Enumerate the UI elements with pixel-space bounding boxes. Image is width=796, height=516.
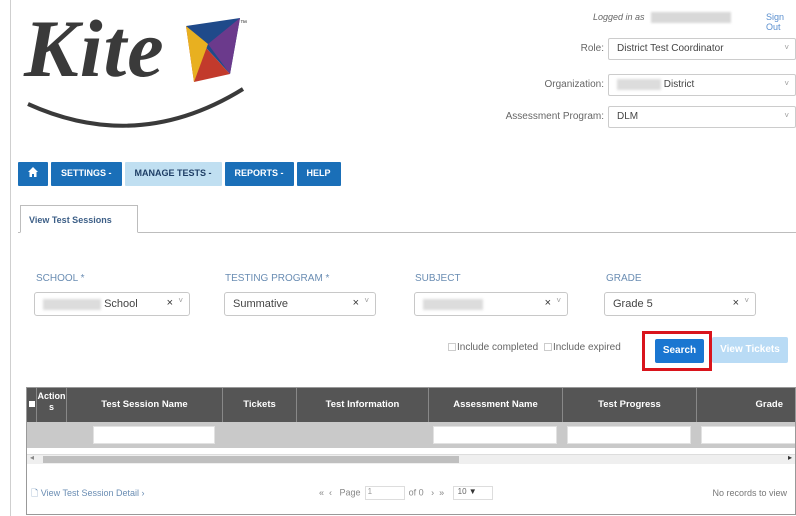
column-header-tickets[interactable]: Tickets <box>223 388 297 422</box>
view-detail-link[interactable]: 🗋 View Test Session Detail › <box>31 486 145 502</box>
role-label: Role: <box>580 43 604 54</box>
last-page-icon[interactable]: » <box>439 487 444 497</box>
chevron-down-icon: ˅ <box>784 111 789 120</box>
school-select[interactable]: School × ˅ <box>34 292 190 316</box>
kite-logo: Kite ™ <box>18 4 258 134</box>
role-row: Role: District Test Coordinator ˅ <box>420 38 796 60</box>
subject-redacted <box>423 298 483 310</box>
assessment-program-row: Assessment Program: DLM ˅ <box>420 106 796 128</box>
main-nav: SETTINGS - MANAGE TESTS - REPORTS - HELP <box>18 162 341 188</box>
sign-out-link[interactable]: Sign Out <box>766 12 796 32</box>
include-completed-label: Include completed <box>457 342 539 353</box>
page-label: Page <box>339 487 361 498</box>
include-expired-checkbox[interactable] <box>543 343 552 352</box>
nav-manage-tests[interactable]: MANAGE TESTS - <box>124 162 222 186</box>
subject-select[interactable]: × ˅ <box>414 292 568 316</box>
page-count: of 0 <box>408 487 424 498</box>
page-controls: « ‹ Page 1 of 0 › » 10 ▼ <box>319 486 493 500</box>
grid-header: Action s Test Session Name Tickets Test … <box>27 388 795 422</box>
nav-reports[interactable]: REPORTS - <box>224 162 294 186</box>
filter-test-session-name[interactable] <box>93 426 215 444</box>
chevron-down-icon: ˅ <box>178 296 183 305</box>
school-label: SCHOOL * <box>36 273 85 284</box>
organization-redacted <box>617 79 661 90</box>
grade-value: Grade 5 <box>613 298 653 310</box>
chevron-down-icon: ˅ <box>744 296 749 305</box>
clear-icon[interactable]: × <box>545 297 551 309</box>
kite-wordmark: Kite <box>24 3 165 94</box>
next-page-icon[interactable]: › <box>431 487 434 497</box>
page-input[interactable]: 1 <box>364 486 405 500</box>
role-value: District Test Coordinator <box>617 43 724 54</box>
prev-page-icon[interactable]: ‹ <box>329 487 332 497</box>
first-page-icon[interactable]: « <box>319 487 324 497</box>
subject-label: SUBJECT <box>415 273 461 284</box>
chevron-right-icon: › <box>141 488 145 498</box>
testing-program-label: TESTING PROGRAM * <box>225 273 330 284</box>
rows-per-page-value: 10 <box>457 487 467 496</box>
username-redacted <box>650 12 731 24</box>
column-header-actions[interactable]: Action s <box>37 388 67 422</box>
grid-filter-row <box>27 422 795 448</box>
column-header-test-progress[interactable]: Test Progress <box>563 388 697 422</box>
school-redacted <box>43 298 101 310</box>
include-completed-checkbox[interactable] <box>448 343 456 352</box>
grade-select[interactable]: Grade 5 × ˅ <box>604 292 756 316</box>
scroll-left-icon[interactable]: ◂ <box>30 453 34 462</box>
view-tickets-button[interactable]: View Tickets <box>712 337 788 363</box>
tab-view-test-sessions[interactable]: View Test Sessions <box>20 205 138 233</box>
clear-icon[interactable]: × <box>353 297 359 309</box>
view-detail-label: View Test Session Detail <box>40 488 139 498</box>
clear-icon[interactable]: × <box>733 297 739 309</box>
select-all-checkbox[interactable] <box>27 388 37 422</box>
horizontal-scrollbar[interactable]: ◂ ▸ <box>27 453 795 464</box>
nav-home[interactable] <box>18 162 48 186</box>
logged-in-label: Logged in as <box>593 12 645 22</box>
chevron-down-icon: ˅ <box>784 43 789 52</box>
column-header-grade[interactable]: Grade <box>697 388 795 422</box>
no-records-text: No records to view <box>712 488 787 498</box>
organization-value: District <box>663 79 695 91</box>
column-header-test-information[interactable]: Test Information <box>297 388 429 422</box>
trademark: ™ <box>240 20 247 27</box>
filter-assessment-name[interactable] <box>433 426 557 444</box>
rows-per-page-select[interactable]: 10 ▼ <box>452 486 493 500</box>
testing-program-value: Summative <box>233 298 289 310</box>
organization-row: Organization: District ˅ <box>420 74 796 96</box>
column-header-test-session-name[interactable]: Test Session Name <box>67 388 223 422</box>
clear-icon[interactable]: × <box>167 297 173 309</box>
assessment-program-label: Assessment Program: <box>505 111 604 122</box>
document-icon: 🗋 <box>31 488 39 498</box>
scroll-right-icon[interactable]: ▸ <box>788 453 792 462</box>
home-icon <box>28 167 38 177</box>
testing-program-select[interactable]: Summative × ˅ <box>224 292 376 316</box>
chevron-down-icon: ˅ <box>784 79 789 88</box>
grade-label: GRADE <box>606 273 642 284</box>
nav-help[interactable]: HELP <box>296 162 341 186</box>
include-expired-label: Include expired <box>552 342 621 353</box>
organization-label: Organization: <box>544 79 604 90</box>
caret-down-icon: ▼ <box>468 487 477 496</box>
nav-settings[interactable]: SETTINGS - <box>51 162 122 186</box>
chevron-down-icon: ˅ <box>556 296 561 305</box>
filter-grade[interactable] <box>701 426 795 444</box>
role-select[interactable]: District Test Coordinator ˅ <box>608 38 796 60</box>
organization-select[interactable]: District ˅ <box>608 74 796 96</box>
scrollbar-thumb[interactable] <box>43 456 459 463</box>
logged-in-text: Logged in as <box>593 12 731 24</box>
assessment-program-value: DLM <box>617 111 639 122</box>
chevron-down-icon: ˅ <box>364 296 369 305</box>
assessment-program-select[interactable]: DLM ˅ <box>608 106 796 128</box>
test-sessions-grid: Action s Test Session Name Tickets Test … <box>26 387 796 515</box>
search-button[interactable]: Search <box>655 339 704 363</box>
filter-test-progress[interactable] <box>567 426 691 444</box>
grid-pager: 🗋 View Test Session Detail › « ‹ Page 1 of… <box>27 474 795 510</box>
school-value: School <box>104 298 138 310</box>
column-header-assessment-name[interactable]: Assessment Name <box>429 388 563 422</box>
include-options: Include completed Include expired <box>448 342 621 353</box>
